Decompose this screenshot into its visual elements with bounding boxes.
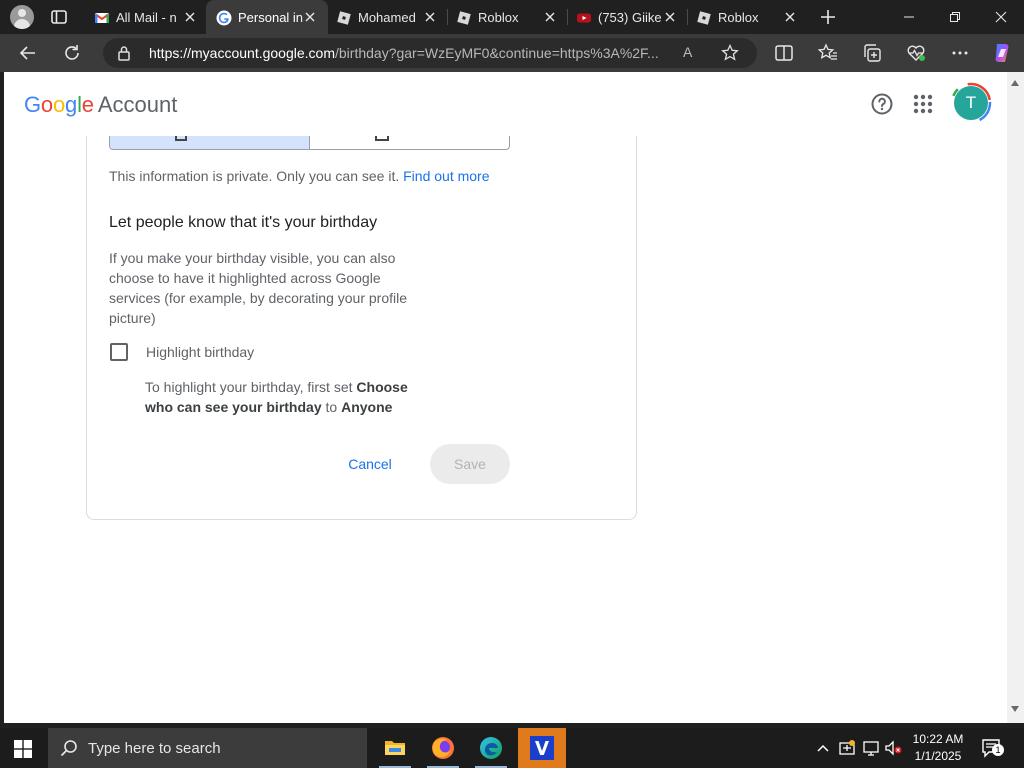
- privacy-text: This information is private. Only you ca…: [109, 168, 400, 184]
- favorite-star-icon[interactable]: [721, 44, 739, 62]
- network-icon[interactable]: [862, 739, 880, 757]
- tab-roblox-2[interactable]: Roblox: [686, 0, 808, 34]
- search-icon: [60, 740, 77, 757]
- more-options-icon[interactable]: [950, 43, 970, 63]
- collections-icon[interactable]: [862, 43, 882, 63]
- roblox-icon: [457, 11, 471, 25]
- google-account-header: Google Account T: [4, 72, 1007, 136]
- taskbar-clock[interactable]: 10:22 AM 1/1/2025: [908, 731, 968, 765]
- browser-tab-strip: All Mail - n Personal in Mohamed Roblox: [0, 0, 1024, 34]
- account-avatar[interactable]: T: [954, 86, 988, 120]
- google-g-icon: [216, 10, 232, 26]
- tab-youtube[interactable]: (753) Giike: [566, 0, 688, 34]
- taskbar-file-explorer[interactable]: [371, 728, 419, 768]
- tab-personal-info[interactable]: Personal in: [206, 0, 328, 34]
- taskbar-search-box[interactable]: Type here to search: [48, 728, 367, 768]
- refresh-icon[interactable]: [62, 43, 82, 63]
- minimize-button[interactable]: [886, 0, 932, 34]
- hint-to: to: [325, 399, 338, 415]
- tab-actions-icon[interactable]: [50, 8, 68, 26]
- roblox-icon: [337, 11, 351, 25]
- youtube-icon: [577, 13, 591, 23]
- close-tab-icon[interactable]: [422, 9, 438, 25]
- google-apps-icon[interactable]: [912, 93, 934, 115]
- windows-taskbar: Type here to search 10:22 AM 1/1/2025 1: [0, 728, 1024, 768]
- back-icon[interactable]: [18, 43, 38, 63]
- highlight-hint: To highlight your birthday, first set Ch…: [145, 377, 430, 417]
- security-tray-icon[interactable]: [838, 739, 856, 757]
- firefox-icon: [432, 737, 454, 759]
- browser-profile-icon[interactable]: [10, 5, 34, 29]
- address-bar[interactable]: https://myaccount.google.com/birthday?ga…: [103, 38, 757, 68]
- highlight-birthday-checkbox[interactable]: [110, 343, 128, 361]
- tab-all-mail[interactable]: All Mail - n: [84, 0, 208, 34]
- url-path: /birthday?gar=WzEyMF0&continue=https%3A%…: [335, 45, 659, 61]
- roblox-icon: [697, 11, 711, 25]
- search-placeholder: Type here to search: [88, 740, 221, 757]
- lock-icon[interactable]: [117, 45, 131, 61]
- help-icon[interactable]: [870, 92, 894, 116]
- scroll-down-icon[interactable]: [1011, 706, 1019, 712]
- restore-button[interactable]: [932, 0, 978, 34]
- clock-time: 10:22 AM: [912, 732, 964, 746]
- close-tab-icon[interactable]: [302, 9, 318, 25]
- section-title: Let people know that it's your birthday: [109, 214, 378, 231]
- url-host: https://myaccount.google.com: [149, 45, 335, 61]
- close-tab-icon[interactable]: [542, 9, 558, 25]
- page-scrollbar[interactable]: [1007, 72, 1024, 723]
- notification-count: 1: [992, 744, 1004, 756]
- taskbar-firefox[interactable]: [419, 728, 467, 768]
- gmail-icon: [94, 13, 110, 23]
- tab-mohamed[interactable]: Mohamed: [326, 0, 448, 34]
- close-tab-icon[interactable]: [182, 9, 198, 25]
- visibility-option-selected[interactable]: [110, 135, 310, 149]
- section-description: If you make your birthday visible, you c…: [109, 250, 408, 326]
- split-screen-icon[interactable]: [774, 43, 794, 63]
- copilot-icon[interactable]: [990, 41, 1014, 65]
- cancel-button[interactable]: Cancel: [330, 444, 410, 484]
- minimize-icon: [904, 16, 914, 18]
- url-text[interactable]: https://myaccount.google.com/birthday?ga…: [149, 45, 679, 61]
- close-window-button[interactable]: [978, 0, 1024, 34]
- highlight-birthday-label[interactable]: Highlight birthday: [146, 343, 254, 361]
- privacy-note: This information is private. Only you ca…: [109, 168, 490, 184]
- performance-heart-icon[interactable]: [906, 43, 926, 63]
- edge-icon: [480, 737, 502, 759]
- hint-prefix: To highlight your birthday, first set: [145, 379, 353, 395]
- new-tab-icon[interactable]: [818, 7, 838, 27]
- account-label: Account: [97, 92, 178, 117]
- file-explorer-icon: [385, 741, 405, 755]
- favorites-icon[interactable]: [818, 43, 838, 63]
- find-out-more-link[interactable]: Find out more: [403, 168, 489, 184]
- v-app-icon: [530, 736, 554, 760]
- clock-date: 1/1/2025: [914, 749, 962, 763]
- save-button[interactable]: Save: [430, 444, 510, 484]
- close-icon: [995, 11, 1007, 23]
- web-page: This information is private. Only you ca…: [4, 72, 1007, 723]
- close-tab-icon[interactable]: [662, 9, 678, 25]
- visibility-selector[interactable]: [109, 135, 510, 150]
- google-account-logo[interactable]: Google Account: [24, 92, 177, 118]
- hint-value: Anyone: [341, 399, 393, 415]
- scroll-up-icon[interactable]: [1011, 80, 1019, 86]
- read-aloud-icon[interactable]: A: [683, 44, 692, 60]
- windows-start-icon[interactable]: [14, 740, 32, 758]
- tab-roblox[interactable]: Roblox: [446, 0, 568, 34]
- tray-overflow-chevron-icon[interactable]: [814, 739, 832, 757]
- volume-muted-icon[interactable]: [884, 739, 902, 757]
- taskbar-edge[interactable]: [467, 728, 515, 768]
- notification-center-button[interactable]: 1: [980, 737, 1006, 759]
- close-tab-icon[interactable]: [782, 9, 798, 25]
- restore-icon: [950, 12, 960, 22]
- google-wordmark: Google: [24, 92, 94, 117]
- taskbar-v-app[interactable]: [518, 728, 566, 768]
- browser-toolbar: https://myaccount.google.com/birthday?ga…: [0, 34, 1024, 72]
